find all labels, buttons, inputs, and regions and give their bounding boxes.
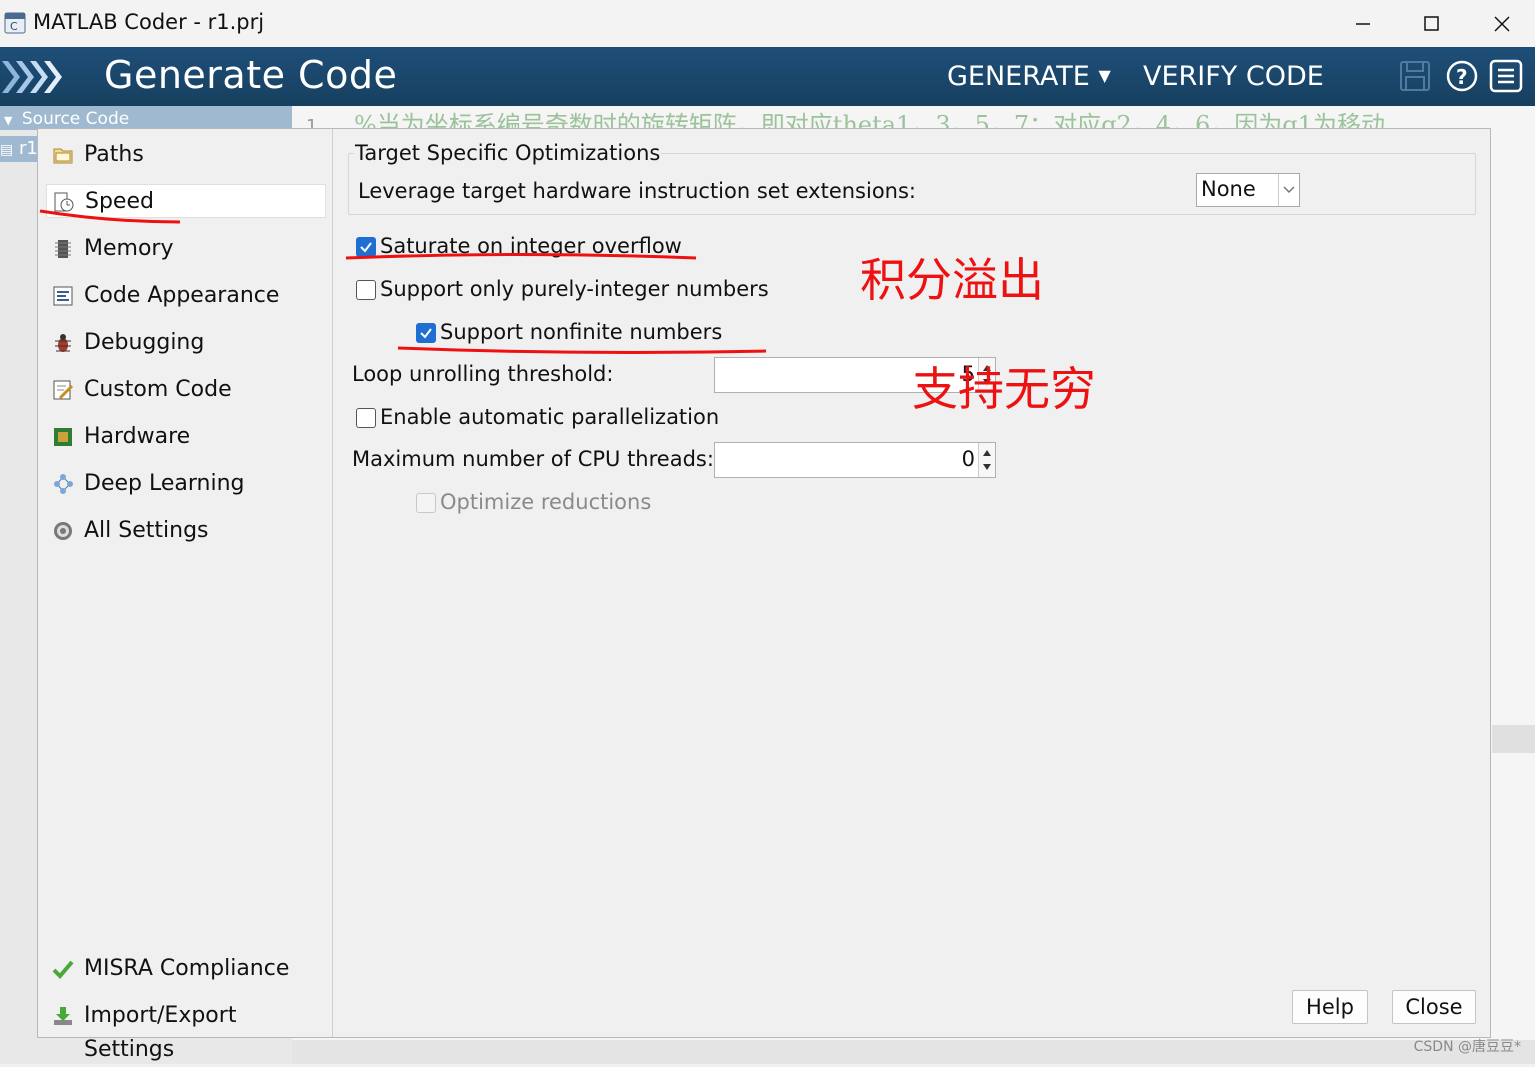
svg-text:?: ? [1456,65,1468,89]
nav-item-hardware[interactable]: Hardware [46,420,326,454]
nav-label-debugging: Debugging [84,330,205,355]
chevron-down-icon [1278,174,1295,206]
project-file-label: r1 [18,138,38,159]
checkmark-icon [52,960,74,979]
overflow-annotation: 积分溢出 [860,253,1044,307]
nav-item-all-settings[interactable]: All Settings [46,514,326,548]
document-lines-icon [53,286,73,306]
nav-item-speed[interactable]: Speed [46,184,326,218]
nonfinite-checkbox[interactable] [416,323,436,343]
nav-label-custom-code: Custom Code [84,377,232,402]
window-titlebar: C MATLAB Coder - r1.prj [0,0,1535,48]
saturate-checkbox[interactable] [356,237,376,257]
generate-button[interactable]: GENERATE ▼ [947,61,1111,92]
nav-label-memory: Memory [84,236,174,261]
nav-label-deep-learning: Deep Learning [84,471,245,496]
cpu-threads-label: Maximum number of CPU threads: [352,447,714,471]
coder-chevrons-logo [2,61,62,93]
optimize-reductions-label: Optimize reductions [440,490,652,514]
page-title: Generate Code [104,53,398,97]
pencil-document-icon [53,380,74,400]
scroll-strip [1492,725,1535,753]
generate-label: GENERATE [947,61,1090,92]
maximize-icon[interactable] [1411,9,1451,39]
nav-label-paths: Paths [84,142,144,167]
bug-icon [55,334,71,352]
settings-nav-panel: Paths Speed Memory Code Appearance Debug… [38,129,333,1062]
cpu-threads-spinner[interactable]: 0 [714,442,996,478]
help-icon[interactable]: ? [1445,59,1479,93]
leverage-label: Leverage target hardware instruction set… [358,179,917,203]
speed-clock-icon [54,192,74,212]
nav-item-deep-learning[interactable]: Deep Learning [46,467,326,501]
nav-label-speed: Speed [85,189,154,214]
source-code-label: Source Code [21,109,130,129]
menu-icon[interactable] [1489,59,1523,93]
purely-integer-checkbox[interactable] [356,280,376,300]
nav-item-paths[interactable]: Paths [46,138,326,172]
group-title: Target Specific Optimizations [354,141,662,165]
editor-bottom-bar [292,1040,1535,1064]
memory-chip-icon [55,240,71,258]
matlab-coder-app-icon: C [4,12,26,34]
saturate-label: Saturate on integer overflow [380,234,682,258]
check-mark-icon [360,242,372,253]
nav-item-import-export[interactable]: Import/Export Settings [46,999,326,1062]
nonfinite-annotation: 支持无穷 [912,362,1096,416]
hardware-board-icon [54,428,72,446]
nav-label-import-export: Import/Export Settings [84,1003,237,1062]
nonfinite-label: Support nonfinite numbers [440,320,723,344]
instruction-set-value: None [1201,177,1256,201]
cpu-threads-value: 0 [961,447,975,471]
parallelization-checkbox[interactable] [356,408,376,428]
nav-label-code-appearance: Code Appearance [84,283,280,308]
nav-item-misra-compliance[interactable]: MISRA Compliance [46,952,326,986]
loop-threshold-label: Loop unrolling threshold: [352,362,614,386]
close-window-icon[interactable] [1482,9,1522,39]
source-code-header[interactable]: ▼ Source Code [0,106,292,130]
nav-label-hardware: Hardware [84,424,191,449]
folder-icon [53,148,73,164]
close-button[interactable]: Close [1392,990,1476,1024]
save-icon[interactable] [1398,59,1432,93]
project-file-item[interactable]: ▤ r1 [0,136,40,162]
collapse-triangle-icon: ▼ [4,114,13,127]
window-title: MATLAB Coder - r1.prj [33,10,265,34]
file-icon: ▤ [0,142,14,158]
purely-integer-label: Support only purely-integer numbers [380,277,769,301]
nav-item-debugging[interactable]: Debugging [46,326,326,360]
optimize-reductions-checkbox [416,493,436,513]
minimize-icon[interactable] [1343,9,1383,39]
nav-item-memory[interactable]: Memory [46,232,326,266]
dropdown-triangle-icon: ▼ [1098,66,1111,85]
watermark: CSDN @唐豆豆* [1413,1039,1521,1055]
app-header: Generate Code GENERATE ▼ VERIFY CODE ? [0,47,1535,106]
gear-icon [54,522,72,540]
svg-text:C: C [10,20,18,33]
nav-label-misra: MISRA Compliance [84,956,290,981]
nav-item-code-appearance[interactable]: Code Appearance [46,279,326,313]
settings-dialog: Paths Speed Memory Code Appearance Debug… [37,128,1491,1062]
instruction-set-dropdown[interactable]: None [1196,173,1300,207]
network-nodes-icon [54,474,73,494]
help-button[interactable]: Help [1292,990,1368,1024]
download-arrow-icon [54,1007,72,1025]
nav-item-custom-code[interactable]: Custom Code [46,373,326,407]
spinner-arrows-icon[interactable] [978,443,995,477]
verify-code-button[interactable]: VERIFY CODE [1143,61,1324,92]
nav-label-all-settings: All Settings [84,518,209,543]
parallelization-label: Enable automatic parallelization [380,405,720,429]
check-mark-icon [420,328,432,339]
